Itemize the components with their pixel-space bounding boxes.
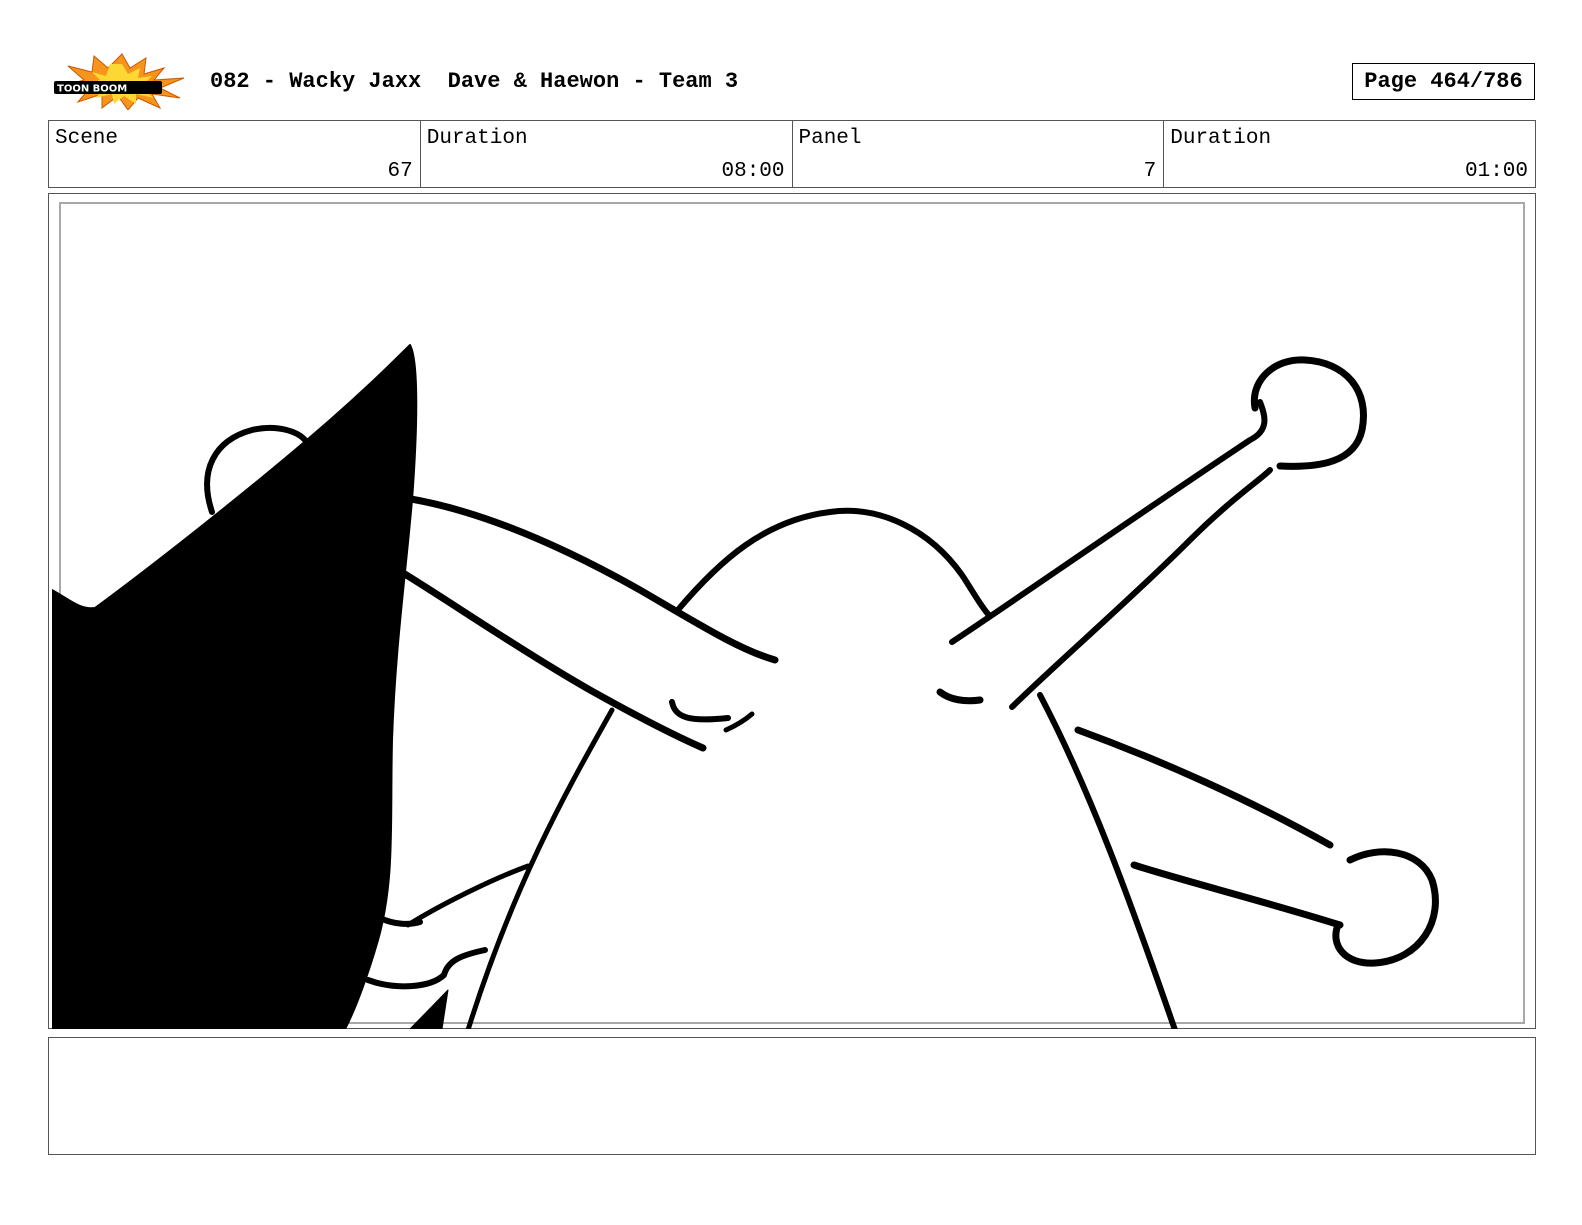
scene-duration-cell: Duration 08:00	[421, 121, 793, 187]
right-arm-upper-bottom	[1009, 467, 1273, 710]
svg-text:TOON BOOM: TOON BOOM	[57, 84, 127, 95]
center-mark	[936, 688, 984, 705]
scene-cell: Scene 67	[49, 121, 421, 187]
center-body-left-side	[465, 707, 615, 1029]
center-body-outline	[674, 507, 991, 617]
foreground-silhouette	[52, 344, 418, 1029]
scene-duration-label: Duration	[426, 127, 528, 150]
panel-notes-box	[48, 1037, 1536, 1155]
panel-duration-cell: Duration 01:00	[1164, 121, 1535, 187]
panel-label: Panel	[798, 127, 862, 150]
right-arm-lower-bottom	[1130, 861, 1344, 929]
panel-duration-value: 01:00	[1464, 160, 1528, 183]
scene-duration-value: 08:00	[721, 160, 785, 183]
scene-info-table: Scene 67 Duration 08:00 Panel 7 Duration…	[48, 120, 1536, 188]
right-arm-lower-top	[1074, 726, 1334, 849]
page-number: Page 464/786	[1352, 63, 1535, 100]
panel-cell: Panel 7	[793, 121, 1165, 187]
bottom-left-fingers	[365, 947, 488, 990]
scene-label: Scene	[55, 127, 119, 150]
panel-duration-label: Duration	[1170, 127, 1272, 150]
storyboard-drawing	[52, 344, 1439, 1029]
center-body-right-side	[1037, 692, 1178, 1029]
right-ball-upper	[1250, 356, 1367, 470]
scene-value: 67	[387, 160, 413, 183]
left-arm-upper	[401, 494, 779, 664]
right-ball-lower	[1332, 848, 1439, 967]
left-arm-lower	[391, 564, 707, 752]
foreground-spike	[409, 989, 449, 1029]
document-title: 082 - Wacky Jaxx Dave & Haewon - Team 3	[210, 69, 739, 94]
panel-value: 7	[1143, 160, 1157, 183]
right-arm-upper-top	[949, 399, 1268, 645]
left-hand-fingers	[669, 699, 731, 723]
toon-boom-logo: TOON BOOM	[52, 52, 190, 111]
